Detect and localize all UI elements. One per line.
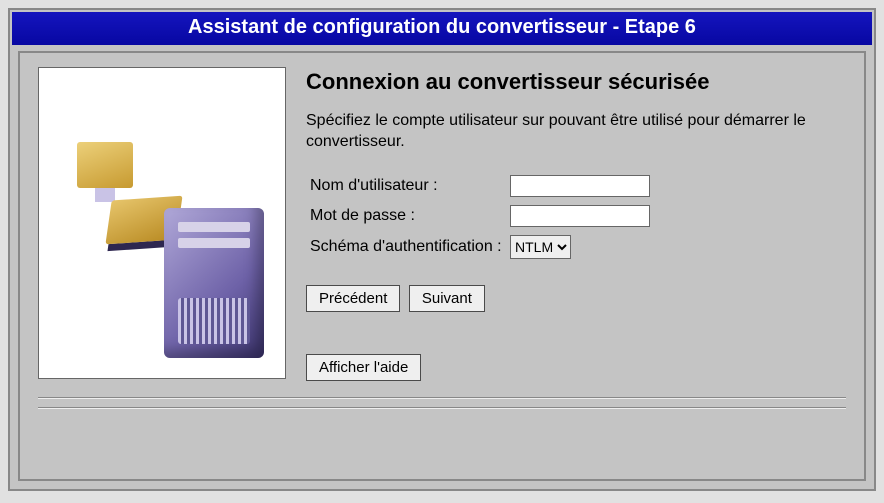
- username-input[interactable]: [510, 175, 650, 197]
- username-label: Nom d'utilisateur :: [310, 177, 510, 195]
- credentials-form: Nom d'utilisateur : Mot de passe : Schém…: [310, 175, 846, 259]
- separator: [38, 397, 846, 399]
- page-heading: Connexion au convertisseur sécurisée: [306, 69, 846, 95]
- authscheme-select[interactable]: NTLM: [510, 235, 571, 259]
- title-text: Assistant de configuration du convertiss…: [188, 16, 696, 38]
- help-button[interactable]: Afficher l'aide: [306, 354, 421, 381]
- password-input[interactable]: [510, 205, 650, 227]
- separator: [38, 407, 846, 409]
- password-label: Mot de passe :: [310, 207, 510, 225]
- page-description: Spécifiez le compte utilisateur sur pouv…: [306, 111, 846, 153]
- wizard-frame: Assistant de configuration du convertiss…: [8, 8, 876, 491]
- title-bar: Assistant de configuration du convertiss…: [12, 12, 872, 45]
- wizard-illustration: [38, 67, 286, 379]
- authscheme-label: Schéma d'authentification :: [310, 238, 510, 256]
- next-button[interactable]: Suivant: [409, 285, 485, 312]
- pc-tower-grill-icon: [178, 298, 250, 344]
- wizard-body: Connexion au convertisseur sécurisée Spé…: [18, 51, 866, 481]
- previous-button[interactable]: Précédent: [306, 285, 400, 312]
- monitor-icon: [77, 142, 133, 188]
- nav-buttons: Précédent Suivant: [306, 285, 846, 312]
